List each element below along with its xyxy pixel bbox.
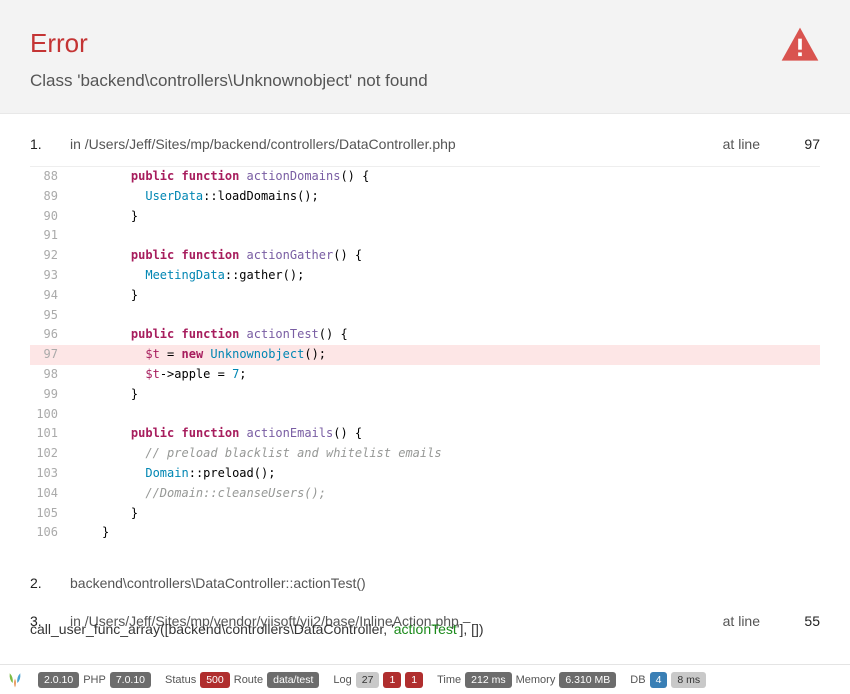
frame-line-number: 97 (798, 136, 820, 152)
php-version-badge: 7.0.10 (110, 672, 151, 688)
log-error-badge: 1 (383, 672, 401, 688)
frame-file: in /Users/Jeff/Sites/mp/backend/controll… (70, 136, 723, 152)
route-label: Route (234, 674, 263, 686)
status-route-group[interactable]: Status 500 Route data/test (165, 672, 319, 688)
log-warn-badge: 1 (405, 672, 423, 688)
db-label: DB (630, 674, 645, 686)
yii-version-badge: 2.0.10 (38, 672, 79, 688)
log-label: Log (333, 674, 351, 686)
error-message: Class 'backend\controllers\Unknownobject… (30, 71, 820, 91)
db-count-badge: 4 (650, 672, 668, 688)
frame-number: 1. (30, 136, 70, 152)
memory-label: Memory (516, 674, 556, 686)
frame-2-header[interactable]: 2. backend\controllers\DataController::a… (30, 553, 820, 605)
time-memory-group[interactable]: Time 212 ms Memory 6.310 MB (437, 672, 616, 688)
debug-toolbar[interactable]: 2.0.10 PHP 7.0.10 Status 500 Route data/… (0, 664, 850, 694)
frame-line-number: 55 (798, 613, 820, 629)
code-snippet: 88 public function actionDomains() { 89 … (30, 166, 820, 553)
status-label: Status (165, 674, 196, 686)
at-line-label: at line (723, 613, 798, 629)
frame-file: backend\controllers\DataController::acti… (70, 575, 820, 591)
memory-badge: 6.310 MB (559, 672, 616, 688)
frame-number: 2. (30, 575, 70, 591)
frame-1-header[interactable]: 1. in /Users/Jeff/Sites/mp/backend/contr… (30, 114, 820, 166)
stack-trace: 1. in /Users/Jeff/Sites/mp/backend/contr… (0, 114, 850, 637)
log-count-badge: 27 (356, 672, 380, 688)
log-group[interactable]: Log 27 1 1 (333, 672, 423, 688)
error-header: Error Class 'backend\controllers\Unknown… (0, 0, 850, 114)
status-badge: 500 (200, 672, 230, 688)
db-time-badge: 8 ms (671, 672, 706, 688)
db-group[interactable]: DB 4 8 ms (630, 672, 706, 688)
yii-logo-icon[interactable] (6, 671, 24, 689)
php-label: PHP (83, 674, 106, 686)
error-line: 97 $t = new Unknownobject(); (30, 345, 820, 365)
yii-version-group[interactable]: 2.0.10 PHP 7.0.10 (38, 672, 151, 688)
error-title: Error (30, 28, 820, 59)
time-badge: 212 ms (465, 672, 511, 688)
at-line-label: at line (723, 136, 798, 152)
time-label: Time (437, 674, 461, 686)
alert-icon (778, 24, 822, 73)
route-badge: data/test (267, 672, 319, 688)
